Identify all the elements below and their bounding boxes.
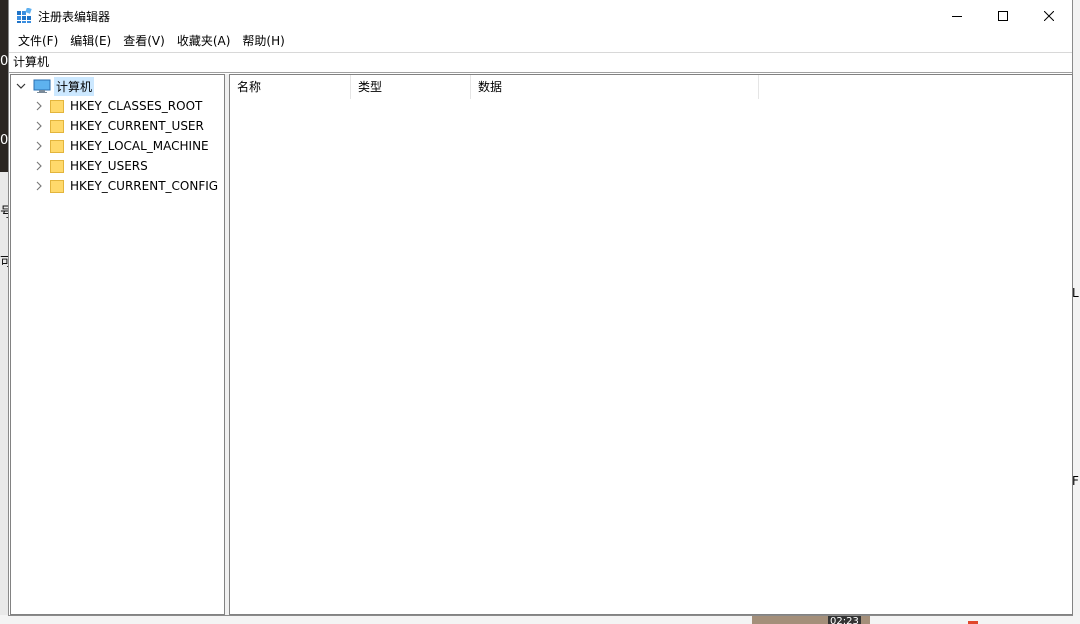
background-panel-bottom <box>0 615 1080 624</box>
folder-icon <box>50 179 64 193</box>
tree-item-hkey-local-machine[interactable]: HKEY_LOCAL_MACHINE <box>33 136 209 156</box>
video-duration-label: 02:23 <box>828 616 861 624</box>
tree-item-label: HKEY_CURRENT_USER <box>70 119 204 133</box>
background-text: F <box>1072 474 1079 488</box>
chevron-right-icon[interactable] <box>33 140 45 152</box>
menu-file[interactable]: 文件(F) <box>12 31 64 51</box>
folder-icon <box>50 159 64 173</box>
registry-editor-icon <box>17 8 32 23</box>
title-bar[interactable]: 注册表编辑器 <box>9 0 1072 31</box>
chevron-right-icon[interactable] <box>33 160 45 172</box>
menu-favorites[interactable]: 收藏夹(A) <box>171 31 237 51</box>
close-icon <box>1044 10 1054 21</box>
computer-icon <box>33 79 51 93</box>
menu-help[interactable]: 帮助(H) <box>236 31 290 51</box>
registry-tree-pane[interactable]: 计算机 HKEY_CLASSES_ROOT HKEY_CURRENT_USER <box>10 74 225 615</box>
chevron-right-icon[interactable] <box>33 100 45 112</box>
background-text: L <box>1072 286 1079 300</box>
tree-item-label: HKEY_USERS <box>70 159 148 173</box>
address-path: 计算机 <box>13 55 50 69</box>
background-panel-right: L F <box>1072 0 1080 624</box>
window-title: 注册表编辑器 <box>38 10 111 24</box>
column-header-data[interactable]: 数据 <box>471 75 759 99</box>
address-bar[interactable]: 计算机 <box>9 52 1072 73</box>
menu-edit[interactable]: 编辑(E) <box>64 31 117 51</box>
minimize-button[interactable] <box>934 0 980 31</box>
minimize-icon <box>952 15 962 17</box>
registry-editor-window: 注册表编辑器 文件(F) 编辑(E) 查看(V) 收藏夹(A) 帮助(H) 计算… <box>8 0 1073 616</box>
menu-view[interactable]: 查看(V) <box>117 31 171 51</box>
maximize-icon <box>998 10 1008 21</box>
tree-item-hkey-users[interactable]: HKEY_USERS <box>33 156 148 176</box>
tree-item-label: 计算机 <box>54 76 95 96</box>
tree-item-computer[interactable]: 计算机 <box>15 76 95 96</box>
tree-item-label: HKEY_CURRENT_CONFIG <box>70 179 219 193</box>
tree-item-hkey-current-user[interactable]: HKEY_CURRENT_USER <box>33 116 204 136</box>
maximize-button[interactable] <box>980 0 1026 31</box>
tree-item-hkey-classes-root[interactable]: HKEY_CLASSES_ROOT <box>33 96 202 116</box>
tree-item-label: HKEY_LOCAL_MACHINE <box>70 139 209 153</box>
registry-values-pane[interactable]: 名称 类型 数据 <box>229 74 1073 615</box>
chevron-right-icon[interactable] <box>33 120 45 132</box>
tree-item-label: HKEY_CLASSES_ROOT <box>70 99 203 113</box>
folder-icon <box>50 139 64 153</box>
close-button[interactable] <box>1026 0 1072 31</box>
folder-icon <box>50 119 64 133</box>
chevron-down-icon[interactable] <box>15 80 27 92</box>
folder-icon <box>50 99 64 113</box>
tree-item-hkey-current-config[interactable]: HKEY_CURRENT_CONFIG <box>33 176 218 196</box>
chevron-right-icon[interactable] <box>33 180 45 192</box>
column-header-type[interactable]: 类型 <box>351 75 471 99</box>
column-header-name[interactable]: 名称 <box>230 75 351 99</box>
menu-bar: 文件(F) 编辑(E) 查看(V) 收藏夹(A) 帮助(H) <box>9 31 1072 51</box>
